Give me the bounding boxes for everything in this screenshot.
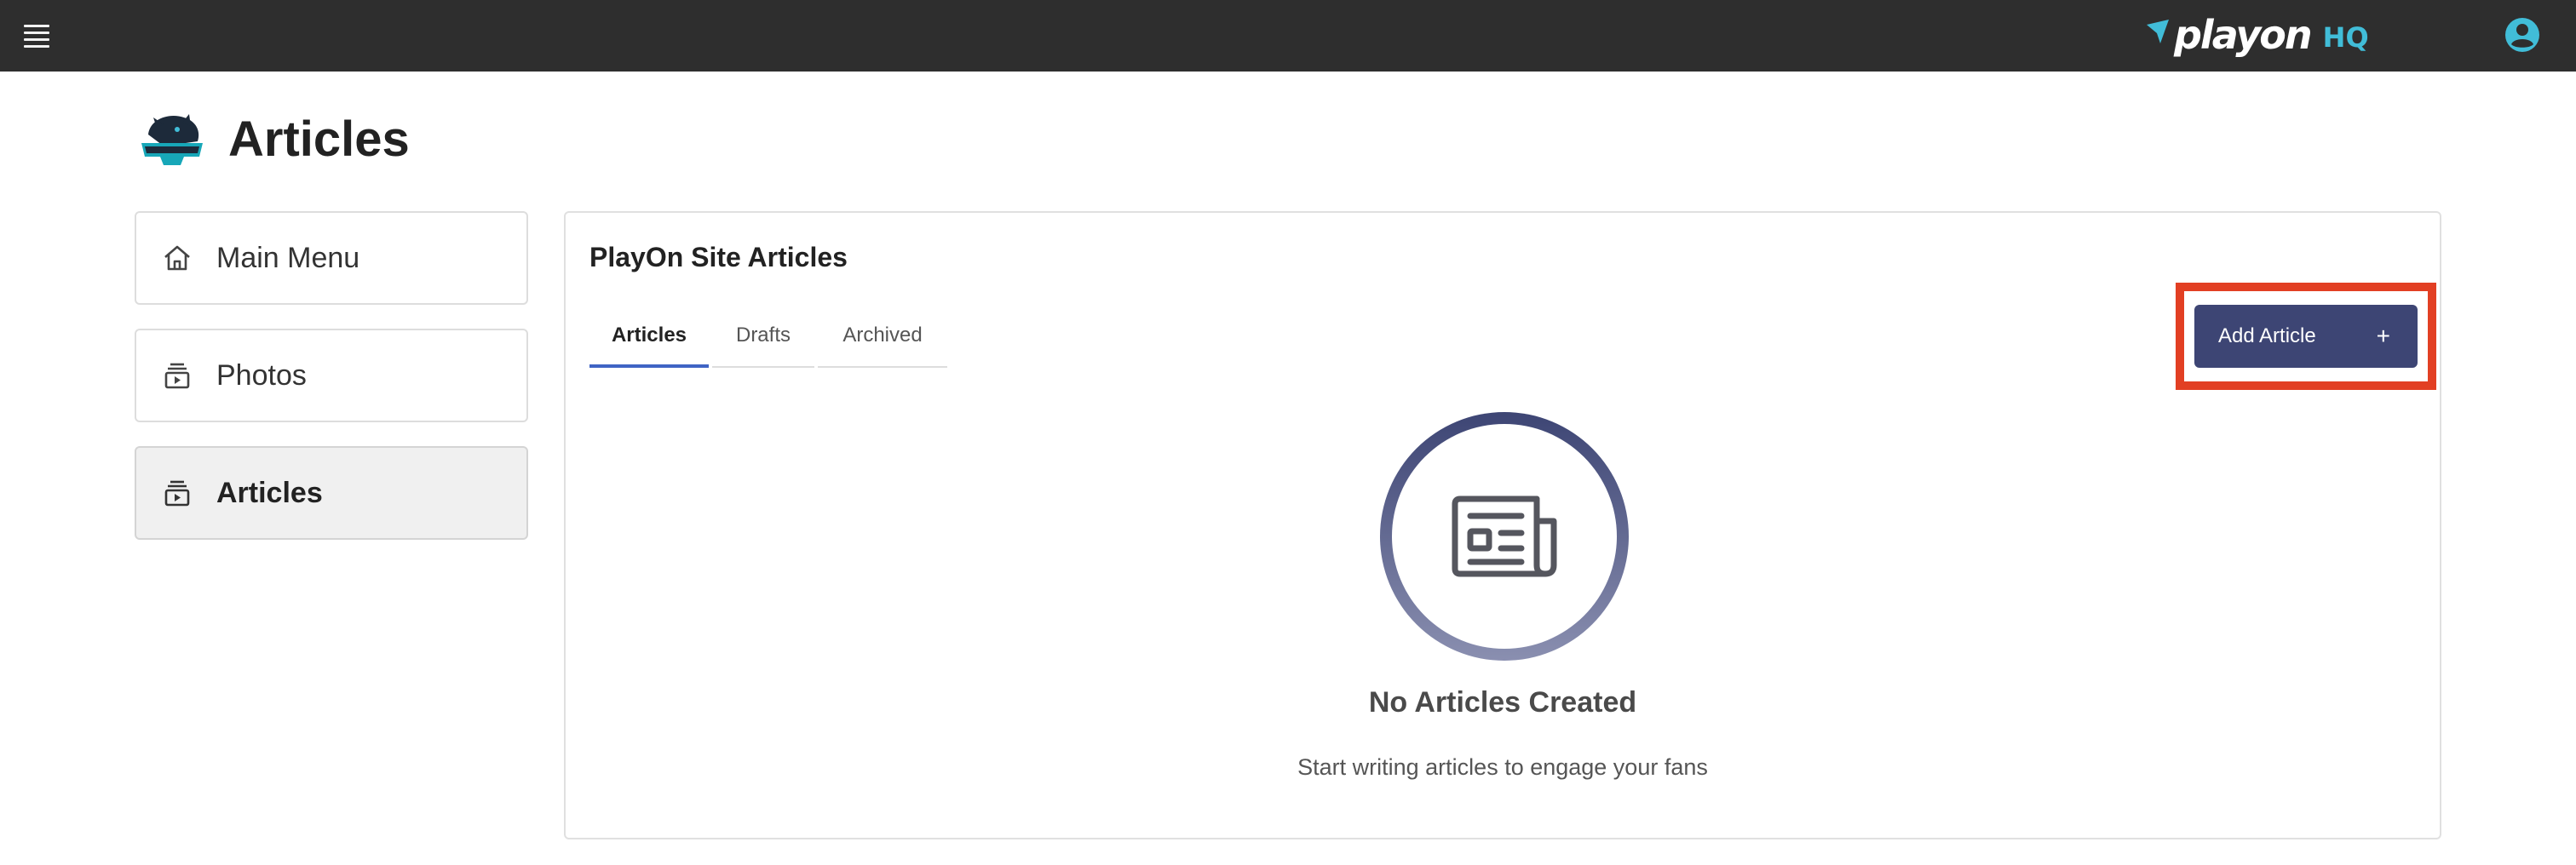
logo-text: playon [2174, 12, 2313, 58]
logo-suffix: HQ [2322, 21, 2369, 54]
media-collection-icon [160, 358, 194, 392]
sidebar-item-main-menu[interactable]: Main Menu [135, 211, 528, 305]
empty-state-subtitle: Start writing articles to engage your fa… [1297, 754, 1708, 780]
empty-state-badge [1380, 412, 1629, 661]
tab-drafts[interactable]: Drafts [712, 322, 814, 368]
top-navigation-bar: playon HQ [0, 0, 2576, 72]
sidebar-item-articles[interactable]: Articles [135, 446, 528, 540]
sidebar-item-label: Articles [216, 476, 323, 509]
tab-articles[interactable]: Articles [589, 322, 709, 368]
panel-title: PlayOn Site Articles [589, 242, 848, 272]
sidebar-item-photos[interactable]: Photos [135, 329, 528, 422]
hamburger-menu-icon[interactable] [24, 20, 55, 51]
add-article-label: Add Article [2218, 324, 2316, 347]
page-title: Articles [228, 112, 410, 167]
newspaper-icon [1452, 496, 1557, 577]
home-icon [160, 241, 194, 275]
sidebar-item-label: Photos [216, 358, 307, 392]
logo-arrow-icon [2147, 20, 2169, 43]
sidebar-item-label: Main Menu [216, 241, 360, 274]
panthers-team-logo [141, 114, 203, 165]
tab-archived[interactable]: Archived [818, 322, 947, 368]
article-tabs: Articles Drafts Archived [589, 322, 951, 368]
plus-icon: + [2376, 323, 2390, 349]
empty-state-title: No Articles Created [1368, 686, 1637, 719]
articles-panel: PlayOn Site Articles Articles Drafts Arc… [564, 211, 2441, 839]
account-circle-icon[interactable] [2503, 15, 2542, 54]
playon-hq-logo[interactable]: playon HQ [2145, 5, 2369, 65]
add-article-button[interactable]: Add Article + [2194, 305, 2418, 368]
media-collection-icon [160, 476, 194, 510]
